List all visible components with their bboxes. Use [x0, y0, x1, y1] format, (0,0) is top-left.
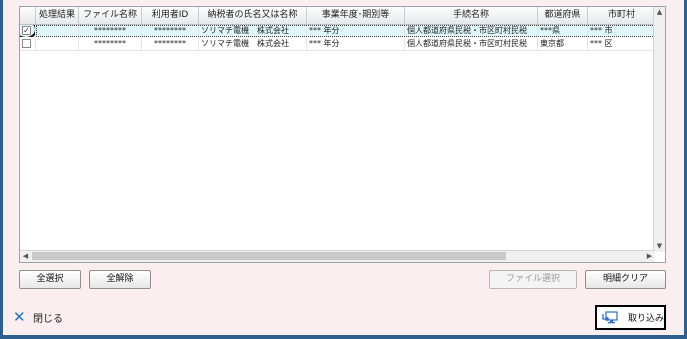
deselect-all-button[interactable]: 全解除 — [89, 270, 151, 289]
header-procedure-name[interactable]: 手続名称 — [405, 7, 538, 24]
close-x-icon: ✕ — [13, 308, 26, 326]
file-select-button[interactable]: ファイル選択 — [489, 270, 577, 289]
header-taxpayer-name[interactable]: 納税者の氏名又は名称 — [199, 7, 307, 24]
import-label: 取り込み — [628, 314, 665, 324]
table-row[interactable]: ******** ******** ソリマチ電機 株式会社 *** 年分 個人都… — [20, 38, 655, 51]
scroll-down-icon[interactable]: ▼ — [654, 241, 665, 252]
scroll-up-icon[interactable]: ▲ — [654, 7, 665, 18]
cell-municipality: *** 区 — [590, 39, 613, 48]
row-checkbox-cell[interactable]: ✓ — [20, 25, 36, 37]
window-frame-bottom — [0, 335, 687, 339]
close-button[interactable]: ✕ 閉じる — [13, 309, 63, 325]
horizontal-scrollbar[interactable]: ◀ ▶ — [20, 250, 655, 262]
cell-prefecture: 東京都 — [538, 38, 588, 50]
file-list-grid[interactable]: 処理結果 ファイル名称 利用者ID 納税者の氏名又は名称 事業年度･期別等 手続… — [19, 6, 666, 263]
select-all-button[interactable]: 全選択 — [19, 270, 81, 289]
header-municipality[interactable]: 市町村 — [588, 7, 655, 24]
cell-taxpayer-name: ソリマチ電機 株式会社 — [199, 38, 307, 50]
grid-header: 処理結果 ファイル名称 利用者ID 納税者の氏名又は名称 事業年度･期別等 手続… — [20, 7, 655, 25]
highlight-circle — [20, 25, 35, 37]
import-monitor-icon — [602, 310, 618, 323]
vertical-scrollbar[interactable]: ▲ ▼ — [653, 7, 665, 252]
scroll-left-icon[interactable]: ◀ — [20, 251, 31, 262]
cell-file-name: ******** — [79, 38, 142, 50]
table-row[interactable]: ✓ ******** ******** ソリマチ電機 株式会社 *** 年分 個… — [20, 25, 655, 37]
window-frame-left — [0, 0, 3, 339]
header-checkbox-column — [20, 7, 36, 24]
header-fiscal-year[interactable]: 事業年度･期別等 — [307, 7, 405, 24]
clear-details-button[interactable]: 明細クリア — [585, 270, 666, 289]
cell-user-id: ******** — [142, 38, 199, 50]
header-result[interactable]: 処理結果 — [36, 7, 79, 24]
scroll-right-icon[interactable]: ▶ — [644, 251, 655, 262]
row-focus-outline — [36, 25, 655, 37]
cell-procedure-name: 個人都道府県民税・市区町村民税 — [405, 38, 538, 50]
cell-fiscal-year: *** 年分 — [307, 38, 405, 50]
close-label: 閉じる — [33, 313, 63, 325]
header-file-name[interactable]: ファイル名称 — [79, 7, 142, 24]
horizontal-scroll-thumb[interactable] — [32, 252, 506, 260]
import-button[interactable]: 取り込み — [595, 305, 666, 330]
header-prefecture[interactable]: 都道府県 — [538, 7, 588, 24]
row-checkbox[interactable] — [22, 39, 31, 48]
cell-result — [36, 38, 79, 50]
header-user-id[interactable]: 利用者ID — [142, 7, 199, 24]
row-checkbox-cell[interactable] — [20, 38, 36, 50]
